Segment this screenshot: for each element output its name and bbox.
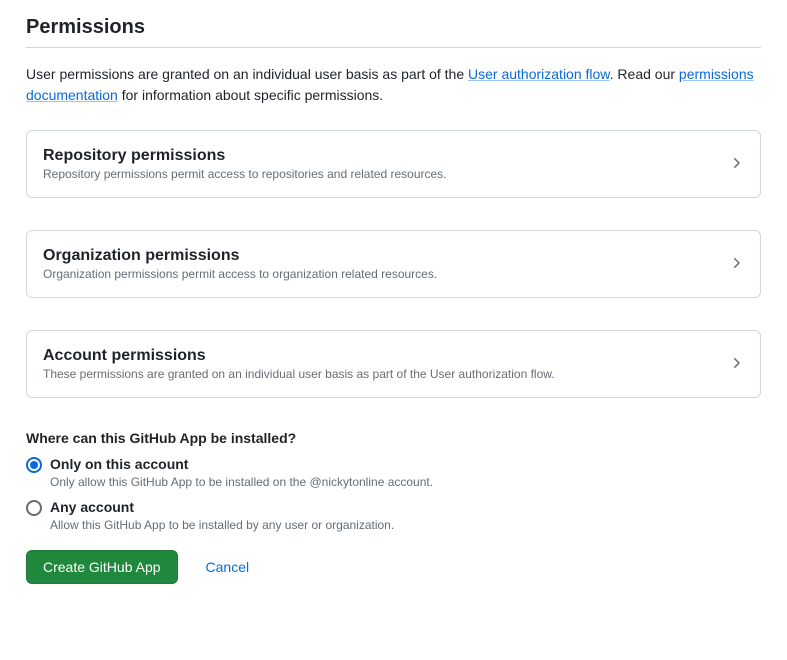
user-authorization-flow-link[interactable]: User authorization flow xyxy=(468,66,610,82)
radio-content: Only on this account Only allow this Git… xyxy=(50,456,761,489)
page-title: Permissions xyxy=(26,16,761,48)
install-location-heading: Where can this GitHub App be installed? xyxy=(26,430,761,446)
intro-text: User permissions are granted on an indiv… xyxy=(26,64,761,106)
create-github-app-button[interactable]: Create GitHub App xyxy=(26,550,178,584)
organization-permissions-card[interactable]: Organization permissions Organization pe… xyxy=(26,230,761,298)
radio-label: Any account xyxy=(50,499,134,515)
organization-permissions-desc: Organization permissions permit access t… xyxy=(43,267,716,281)
intro-mid: . Read our xyxy=(610,66,679,82)
radio-label: Only on this account xyxy=(50,456,188,472)
form-actions: Create GitHub App Cancel xyxy=(26,550,761,584)
radio-only-this-account[interactable]: Only on this account Only allow this Git… xyxy=(26,456,761,489)
repository-permissions-desc: Repository permissions permit access to … xyxy=(43,167,716,181)
repository-permissions-content: Repository permissions Repository permis… xyxy=(43,147,716,181)
radio-input[interactable] xyxy=(26,500,42,516)
repository-permissions-title: Repository permissions xyxy=(43,147,716,165)
chevron-right-icon xyxy=(728,155,744,174)
intro-suffix: for information about specific permissio… xyxy=(118,87,383,103)
radio-desc: Only allow this GitHub App to be install… xyxy=(50,475,761,489)
chevron-right-icon xyxy=(728,255,744,274)
radio-desc: Allow this GitHub App to be installed by… xyxy=(50,518,761,532)
chevron-right-icon xyxy=(728,355,744,374)
radio-content: Any account Allow this GitHub App to be … xyxy=(50,499,761,532)
organization-permissions-title: Organization permissions xyxy=(43,247,716,265)
radio-input[interactable] xyxy=(26,457,42,473)
account-permissions-content: Account permissions These permissions ar… xyxy=(43,347,716,381)
cancel-button[interactable]: Cancel xyxy=(194,554,262,580)
radio-any-account[interactable]: Any account Allow this GitHub App to be … xyxy=(26,499,761,532)
account-permissions-title: Account permissions xyxy=(43,347,716,365)
install-location-radio-group: Only on this account Only allow this Git… xyxy=(26,456,761,532)
intro-prefix: User permissions are granted on an indiv… xyxy=(26,66,468,82)
organization-permissions-content: Organization permissions Organization pe… xyxy=(43,247,716,281)
repository-permissions-card[interactable]: Repository permissions Repository permis… xyxy=(26,130,761,198)
account-permissions-desc: These permissions are granted on an indi… xyxy=(43,367,716,381)
account-permissions-card[interactable]: Account permissions These permissions ar… xyxy=(26,330,761,398)
